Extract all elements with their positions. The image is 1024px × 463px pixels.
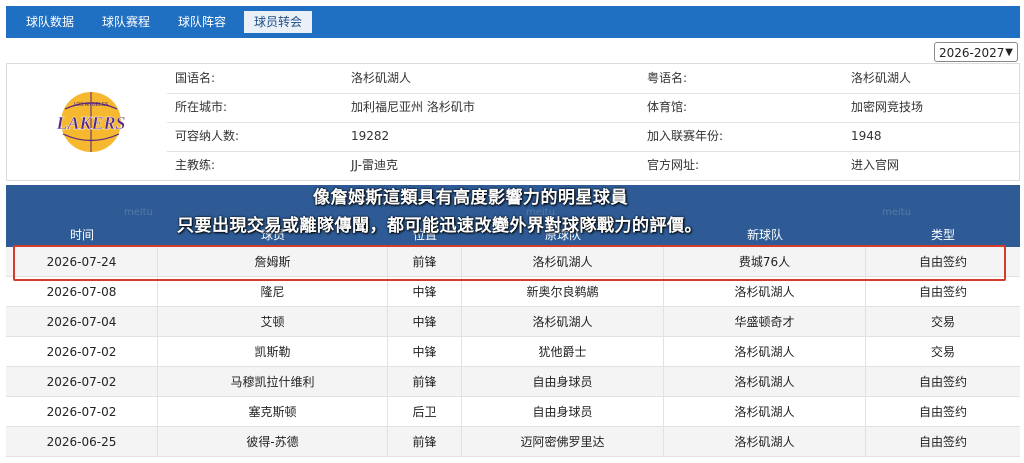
cell-to-team: 洛杉矶湖人 — [664, 337, 866, 367]
cell-from-team: 洛杉矶湖人 — [462, 307, 664, 337]
header-type: 类型 — [930, 228, 955, 242]
tab-player-transfers[interactable]: 球员转会 — [244, 11, 313, 33]
info-label: 粤语名: — [647, 71, 688, 85]
cell-position: 前锋 — [388, 427, 462, 457]
season-select[interactable]: 2026-2027 ▼ — [934, 42, 1018, 62]
cell-time: 2026-07-04 — [6, 307, 158, 337]
cell-type: 自由签约 — [918, 375, 967, 389]
info-value: 加密网竞技场 — [851, 100, 924, 114]
info-row: 所在城市: 加利福尼亚州 洛杉矶市 体育馆: 加密网竞技场 — [167, 93, 1021, 123]
team-info-panel: LOS ANGELES LAKERS 国语名: 洛杉矶湖人 粤语名: 洛杉矶湖人… — [6, 63, 1021, 181]
cell-type: 自由签约 — [918, 285, 967, 299]
info-value: 洛杉矶湖人 — [351, 71, 412, 85]
cell-player: 隆尼 — [158, 277, 388, 307]
info-value: JJ-雷迪克 — [351, 158, 398, 172]
cell-type: 自由签约 — [918, 435, 967, 449]
info-row: 国语名: 洛杉矶湖人 粤语名: 洛杉矶湖人 — [167, 64, 1021, 94]
logo-subtext: LOS ANGELES — [74, 102, 109, 108]
cell-from-team: 新奥尔良鹈鹕 — [462, 277, 664, 307]
info-label: 加入联赛年份: — [647, 129, 724, 143]
cell-time: 2026-07-08 — [6, 277, 158, 307]
info-value: 1948 — [851, 129, 882, 143]
subtitle-line-1: 像詹姆斯這類具有高度影響力的明星球員 — [313, 188, 628, 208]
table-row: 2026-07-02 塞克斯顿 后卫 自由身球员 洛杉矶湖人 自由签约 — [6, 397, 1020, 427]
cell-to-team: 洛杉矶湖人 — [664, 277, 866, 307]
subtitle-line-2: 只要出現交易或離隊傳聞，都可能迅速改變外界對球隊戰力的評價。 — [177, 216, 702, 236]
cell-player: 彼得-苏德 — [158, 427, 388, 457]
cell-from-team: 迈阿密佛罗里达 — [462, 427, 664, 457]
header-time: 时间 — [69, 228, 94, 242]
info-row: 可容纳人数: 19282 加入联赛年份: 1948 — [167, 122, 1021, 152]
cell-player: 塞克斯顿 — [158, 397, 388, 427]
cell-time: 2026-07-02 — [6, 337, 158, 367]
cell-to-team: 华盛顿奇才 — [664, 307, 866, 337]
info-label: 可容纳人数: — [175, 129, 240, 143]
info-value: 加利福尼亚州 洛杉矶市 — [351, 100, 475, 114]
cell-time: 2026-07-02 — [6, 367, 158, 397]
chevron-down-icon: ▼ — [1005, 47, 1013, 58]
team-logo: LOS ANGELES LAKERS — [55, 92, 126, 152]
cell-time: 2026-07-02 — [6, 397, 158, 427]
cell-from-team: 自由身球员 — [462, 367, 664, 397]
tab-team-schedule[interactable]: 球队赛程 — [92, 11, 160, 33]
table-row: 2026-07-02 凯斯勒 中锋 犹他爵士 洛杉矶湖人 交易 — [6, 337, 1020, 367]
table-row: 2026-07-08 隆尼 中锋 新奥尔良鹈鹕 洛杉矶湖人 自由签约 — [6, 277, 1020, 307]
table-row: 2026-07-04 艾顿 中锋 洛杉矶湖人 华盛顿奇才 交易 — [6, 307, 1020, 337]
cell-from-team: 自由身球员 — [462, 397, 664, 427]
cell-position: 中锋 — [388, 307, 462, 337]
cell-to-team: 洛杉矶湖人 — [664, 427, 866, 457]
cell-time: 2026-06-25 — [6, 427, 158, 457]
table-row: 2026-06-25 彼得-苏德 前锋 迈阿密佛罗里达 洛杉矶湖人 自由签约 — [6, 427, 1020, 457]
info-label: 所在城市: — [175, 100, 228, 114]
cell-type: 自由签约 — [918, 405, 967, 419]
info-row: 主教练: JJ-雷迪克 官方网址: 进入官网 — [167, 151, 1021, 180]
info-label: 官方网址: — [647, 158, 700, 172]
info-label: 国语名: — [175, 71, 216, 85]
tab-team-data[interactable]: 球队数据 — [16, 11, 84, 33]
cell-type: 交易 — [930, 315, 955, 329]
cell-player: 艾顿 — [158, 307, 388, 337]
cell-from-team: 犹他爵士 — [462, 337, 664, 367]
official-site-link[interactable]: 进入官网 — [851, 151, 899, 180]
season-select-value: 2026-2027 — [939, 46, 1005, 60]
cell-type: 交易 — [930, 345, 955, 359]
info-label: 主教练: — [175, 158, 216, 172]
info-value: 洛杉矶湖人 — [851, 71, 912, 85]
watermark: meitu — [124, 207, 153, 218]
cell-position: 中锋 — [388, 337, 462, 367]
table-row: 2026-07-02 马穆凯拉什维利 前锋 自由身球员 洛杉矶湖人 自由签约 — [6, 367, 1020, 397]
watermark: meitu — [882, 207, 911, 218]
cell-position: 后卫 — [388, 397, 462, 427]
cell-position: 前锋 — [388, 367, 462, 397]
cell-to-team: 洛杉矶湖人 — [664, 397, 866, 427]
cell-to-team: 洛杉矶湖人 — [664, 367, 866, 397]
team-nav-bar: 球队数据 球队赛程 球队阵容 球员转会 — [6, 6, 1020, 38]
info-value: 19282 — [351, 129, 390, 143]
cell-player: 马穆凯拉什维利 — [158, 367, 388, 397]
info-label: 体育馆: — [647, 100, 688, 114]
cell-position: 中锋 — [388, 277, 462, 307]
cell-player: 凯斯勒 — [158, 337, 388, 367]
logo-text: LAKERS — [55, 113, 125, 133]
tab-team-roster[interactable]: 球队阵容 — [168, 11, 236, 33]
highlight-box — [13, 245, 1006, 281]
